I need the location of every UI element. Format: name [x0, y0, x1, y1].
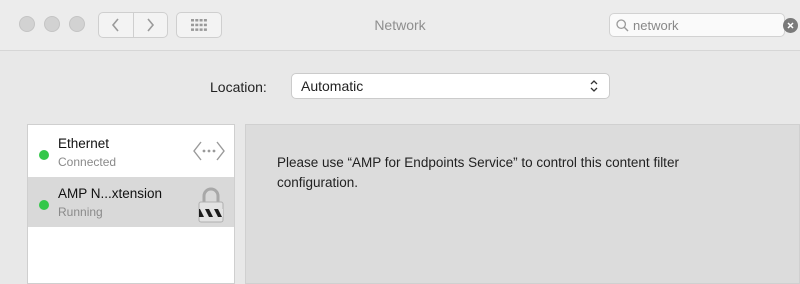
content-filter-message: Please use “AMP for Endpoints Service” t… — [277, 155, 679, 190]
service-status: Running — [58, 205, 103, 219]
chevron-left-icon — [111, 18, 119, 32]
forward-button[interactable] — [132, 13, 168, 37]
location-label: Location: — [210, 79, 267, 95]
search-icon — [616, 18, 629, 31]
network-service-list: Ethernet Connected AMP N...xtension Runn… — [27, 124, 235, 284]
close-window-button[interactable] — [19, 16, 35, 32]
title-bar: Network — [0, 0, 800, 51]
service-item-amp-extension[interactable]: AMP N...xtension Running — [28, 177, 234, 227]
detail-pane: Please use “AMP for Endpoints Service” t… — [245, 124, 800, 284]
ethernet-arrows-icon — [193, 141, 225, 161]
minimize-window-button[interactable] — [44, 16, 60, 32]
lock-icon — [198, 187, 224, 223]
location-value: Automatic — [301, 78, 364, 94]
location-popup[interactable]: Automatic — [291, 73, 610, 99]
clear-search-button[interactable] — [783, 18, 798, 33]
service-item-ethernet[interactable]: Ethernet Connected — [28, 127, 234, 177]
back-button[interactable] — [99, 13, 133, 37]
chevron-right-icon — [147, 18, 155, 32]
service-name: AMP N...xtension — [58, 186, 163, 201]
service-name: Ethernet — [58, 136, 110, 151]
status-dot — [39, 150, 49, 160]
show-all-button[interactable] — [176, 12, 222, 38]
status-dot — [39, 200, 49, 210]
up-down-chevron-icon — [590, 80, 598, 92]
navigation-buttons — [98, 12, 168, 38]
zoom-window-button[interactable] — [69, 16, 85, 32]
grid-icon — [191, 19, 207, 31]
search-field[interactable] — [609, 13, 785, 37]
search-input[interactable] — [633, 17, 773, 33]
service-status: Connected — [58, 155, 117, 169]
clear-circle-icon — [787, 22, 794, 29]
